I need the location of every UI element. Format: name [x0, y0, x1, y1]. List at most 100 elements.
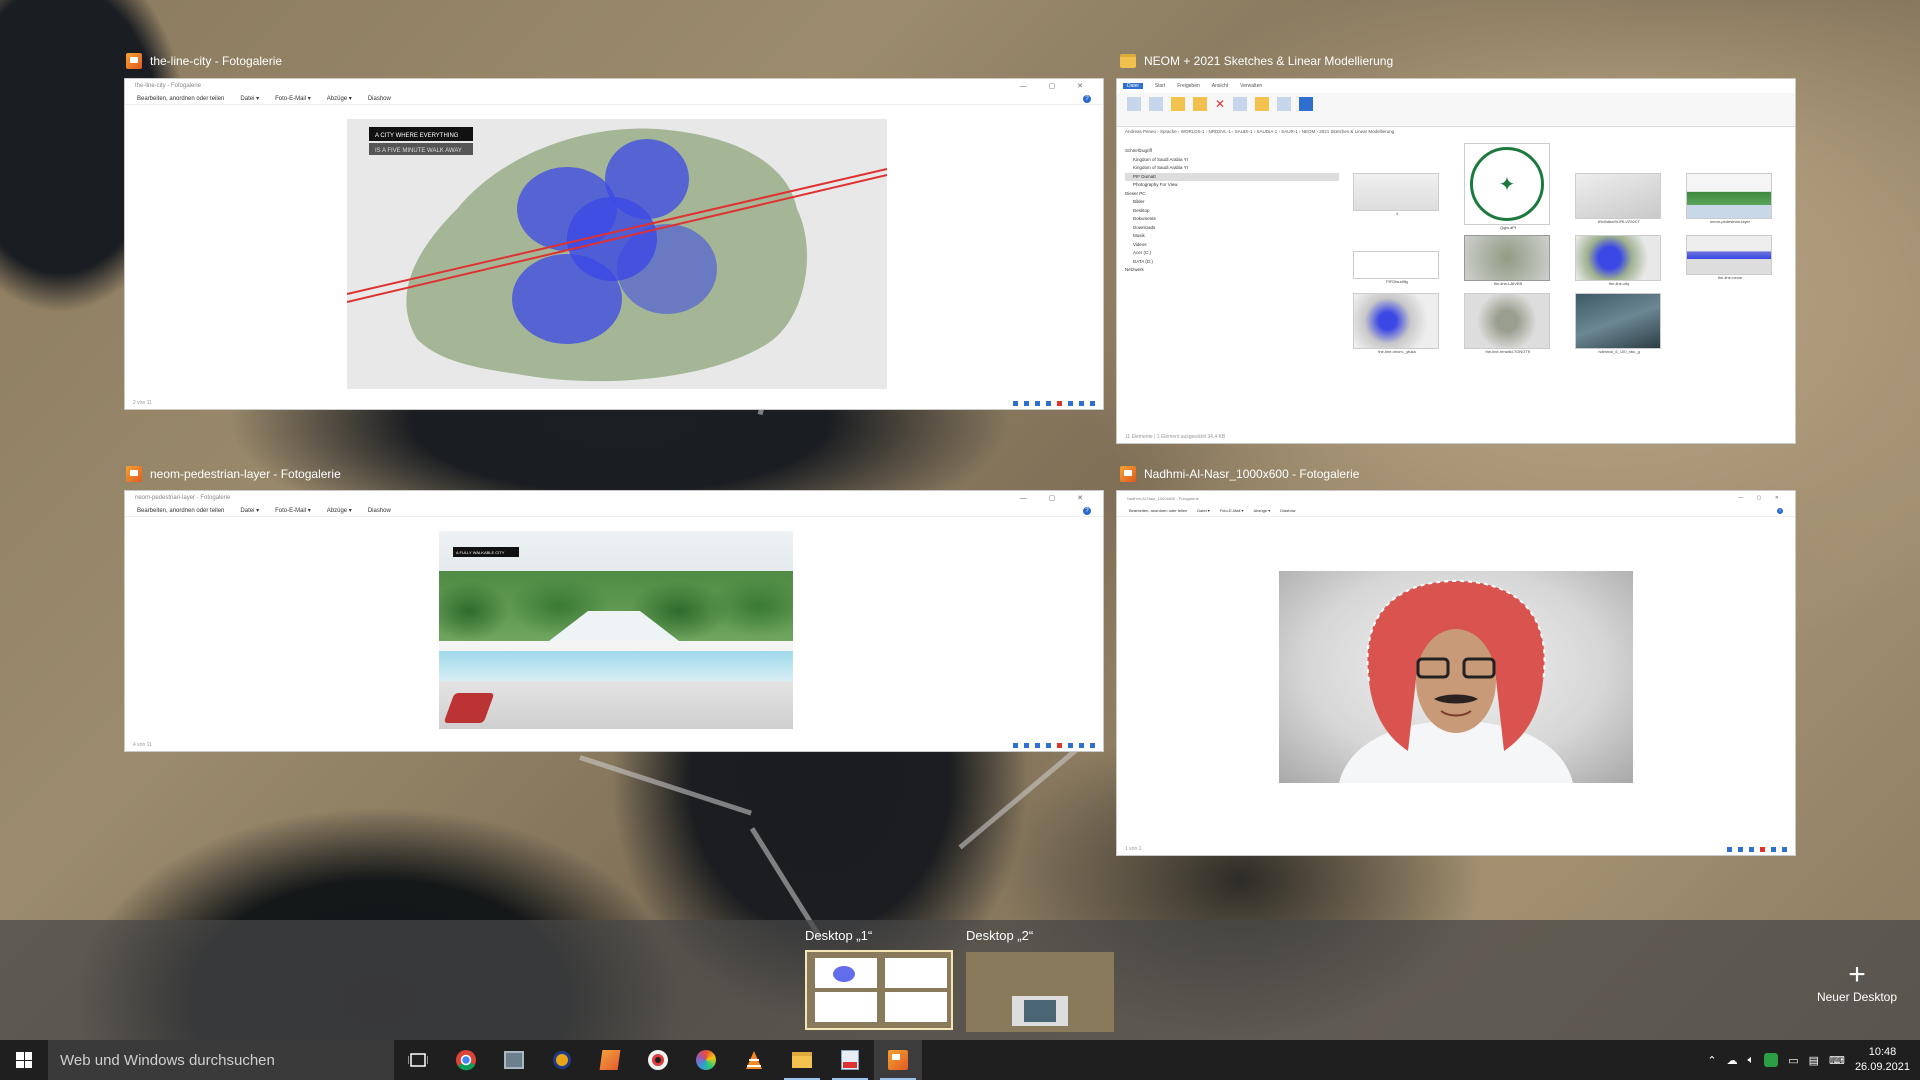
clock[interactable]: 10:48 26.09.2021 — [1855, 1045, 1910, 1075]
file-item[interactable]: neom-pedestrian-layer — [1686, 173, 1774, 225]
menu-email[interactable]: Foto-E-Mail ▾ — [275, 507, 311, 514]
file-item[interactable]: PIFDfsudlfig — [1353, 251, 1441, 287]
file-item[interactable]: the-line-LAIVEB — [1464, 235, 1552, 289]
nav-item[interactable]: Kingdom of Saudi Arabia YI — [1125, 164, 1339, 173]
delete-icon[interactable] — [1760, 846, 1765, 852]
file-item[interactable]: the-line-neom-_ytuka — [1353, 293, 1441, 357]
rotate-left-icon[interactable] — [1749, 846, 1754, 852]
slideshow-icon[interactable] — [1068, 400, 1073, 406]
chrome-icon[interactable] — [442, 1040, 490, 1080]
photo-viewer-icon[interactable] — [490, 1040, 538, 1080]
rotate-left-icon[interactable] — [1035, 742, 1040, 748]
ribbon-tab-verwalten[interactable]: Verwalten — [1240, 83, 1262, 89]
security-check-icon[interactable] — [1764, 1053, 1779, 1067]
prev-icon[interactable] — [1013, 400, 1018, 406]
nav-item[interactable]: Desktop — [1125, 207, 1339, 216]
file-item[interactable]: ndimnck_6_100_nbu_g — [1575, 293, 1663, 357]
network-share-icon[interactable]: ☁ — [1727, 1054, 1738, 1067]
next-icon[interactable] — [1024, 400, 1029, 406]
menu-email[interactable]: Foto-E-Mail ▾ — [275, 95, 311, 102]
opera-icon[interactable] — [634, 1040, 682, 1080]
zoom-slider[interactable] — [1782, 846, 1787, 852]
nav-item[interactable]: DATA (D:) — [1125, 258, 1339, 267]
nav-item[interactable]: Bilder — [1125, 198, 1339, 207]
menu-prints[interactable]: Abzüge ▾ — [327, 95, 352, 102]
menu-edit[interactable]: Bearbeiten, anordnen oder teilen — [137, 96, 224, 102]
rotate-left-icon[interactable] — [1035, 400, 1040, 406]
address-bar[interactable]: Andreas Peneu › Sprache › WORLDS-1 › NRD… — [1117, 127, 1795, 137]
new-desktop-button[interactable]: + Neuer Desktop — [1812, 960, 1902, 1005]
nav-item[interactable]: Videos — [1125, 241, 1339, 250]
network-icon[interactable]: ▭ — [1788, 1054, 1798, 1067]
menu-email[interactable]: Foto-E-Mail ▾ — [1220, 508, 1244, 513]
nav-item[interactable]: PIF Dumatt — [1125, 172, 1339, 181]
menu-file[interactable]: Datei ▾ — [240, 507, 259, 514]
bug-app-icon[interactable] — [538, 1040, 586, 1080]
fit-icon[interactable] — [1079, 742, 1084, 748]
slideshow-icon[interactable] — [1771, 846, 1776, 852]
ribbon-tab-freigeben[interactable]: Freigeben — [1177, 83, 1200, 89]
menu-file[interactable]: Datei ▾ — [1197, 508, 1209, 513]
desktop-1-thumbnail[interactable] — [805, 950, 953, 1030]
window-controls[interactable]: — ▢ ✕ — [1020, 82, 1093, 90]
search-box[interactable]: Web und Windows durchsuchen — [48, 1040, 394, 1080]
keyboard-icon[interactable]: ⌨ — [1829, 1054, 1845, 1067]
nav-item[interactable]: Photography For View — [1125, 181, 1339, 190]
nav-item[interactable]: Downloads — [1125, 224, 1339, 233]
slideshow-icon[interactable] — [1068, 742, 1073, 748]
help-icon[interactable]: ? — [1083, 506, 1091, 515]
help-icon[interactable]: ? — [1083, 94, 1091, 103]
task-view-icon[interactable] — [394, 1040, 442, 1080]
delete-icon[interactable] — [1057, 742, 1062, 748]
window-the-line-city[interactable]: the-line-city - Fotogalerie — ▢ ✕ Bearbe… — [124, 78, 1104, 410]
file-item[interactable]: 69d0dba9VJRLVZ92CT — [1575, 173, 1663, 225]
desktop-2-thumbnail[interactable] — [966, 952, 1114, 1032]
menu-prints[interactable]: Abzüge ▾ — [327, 507, 352, 514]
fotogalerie-taskbar-icon[interactable] — [874, 1040, 922, 1080]
window-neom-pedestrian-layer[interactable]: neom-pedestrian-layer - Fotogalerie — ▢ … — [124, 490, 1104, 752]
prev-icon[interactable] — [1013, 742, 1018, 748]
menu-slideshow[interactable]: Diashow — [368, 508, 391, 514]
menu-slideshow[interactable]: Diashow — [368, 96, 391, 102]
fotogalerie-pdf-icon[interactable] — [826, 1040, 874, 1080]
window-title-neom-folder[interactable]: NEOM + 2021 Sketches & Linear Modellieru… — [1120, 51, 1393, 71]
fit-icon[interactable] — [1079, 400, 1084, 406]
rotate-right-icon[interactable] — [1046, 400, 1051, 406]
file-item[interactable]: the-line-renwild-TONGTE — [1464, 293, 1552, 357]
nav-item[interactable]: Netzwerk — [1125, 266, 1339, 275]
file-item[interactable]: ✦ Qqjw.dPf — [1464, 143, 1552, 235]
window-title-nadhmi[interactable]: Nadhmi-Al-Nasr_1000x600 - Fotogalerie — [1120, 464, 1359, 484]
window-controls[interactable]: — ▢ ✕ — [1738, 495, 1785, 501]
file-item[interactable]: the-line-neom — [1686, 235, 1774, 289]
zoom-slider[interactable] — [1090, 742, 1095, 748]
menu-edit[interactable]: Bearbeiten, anordnen oder teilen — [137, 508, 224, 514]
window-title-neom-pedestrian[interactable]: neom-pedestrian-layer - Fotogalerie — [126, 464, 341, 484]
pictures-app-icon[interactable] — [586, 1040, 634, 1080]
menu-prints[interactable]: Abzüge ▾ — [1254, 508, 1271, 513]
next-icon[interactable] — [1738, 846, 1743, 852]
nav-item[interactable]: Dokumente — [1125, 215, 1339, 224]
nav-item[interactable]: Dieser PC — [1125, 190, 1339, 199]
menu-file[interactable]: Datei ▾ — [240, 95, 259, 102]
media-app-icon[interactable] — [682, 1040, 730, 1080]
window-nadhmi-al-nasr[interactable]: Nadhmi-Al-Nasr_1000x600 - Fotogalerie — … — [1116, 490, 1796, 856]
delete-icon[interactable]: ✕ — [1215, 97, 1225, 111]
delete-icon[interactable] — [1057, 400, 1062, 406]
window-title-the-line-city[interactable]: the-line-city - Fotogalerie — [126, 51, 282, 71]
prev-icon[interactable] — [1727, 846, 1732, 852]
ribbon-tab-start[interactable]: Start — [1155, 83, 1166, 89]
start-button[interactable] — [0, 1040, 48, 1080]
notification-icon[interactable]: ▤ — [1809, 1054, 1819, 1067]
window-file-explorer[interactable]: Datei Start Freigeben Ansicht Verwalten … — [1116, 78, 1796, 444]
vlc-icon[interactable] — [730, 1040, 778, 1080]
help-icon[interactable]: ? — [1777, 507, 1783, 514]
nav-item[interactable]: Kingdom of Saudi Arabia YI — [1125, 156, 1339, 165]
nav-item[interactable]: Acer (C:) — [1125, 249, 1339, 258]
menu-edit[interactable]: Bearbeiten, anordnen oder teilen — [1129, 508, 1187, 513]
zoom-slider[interactable] — [1090, 400, 1095, 406]
menu-slideshow[interactable]: Diashow — [1280, 508, 1295, 513]
file-item[interactable]: 4 — [1353, 173, 1441, 225]
nav-item[interactable]: Musik — [1125, 232, 1339, 241]
chevron-up-icon[interactable]: ⌃ — [1707, 1054, 1716, 1067]
ribbon-tab-datei[interactable]: Datei — [1123, 83, 1143, 89]
